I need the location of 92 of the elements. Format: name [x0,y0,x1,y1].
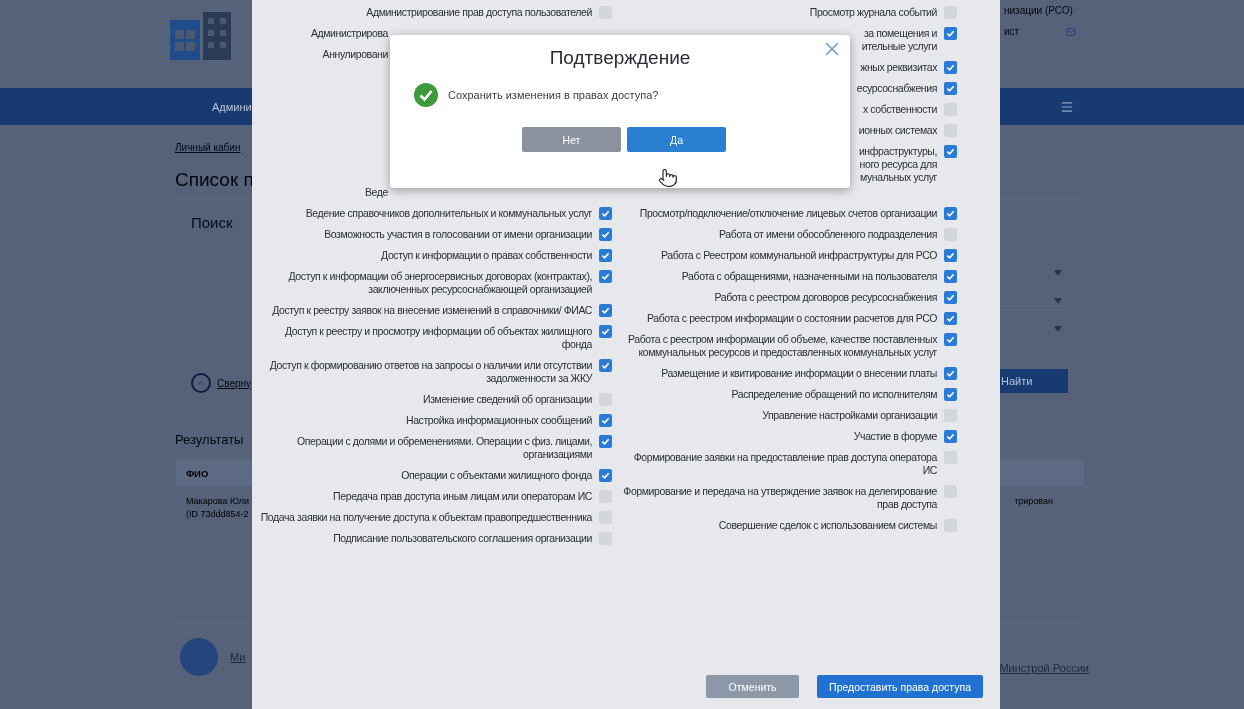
dialog-message: Сохранить изменения в правах доступа? [448,89,659,101]
nav-item[interactable]: Админи [212,100,252,113]
permission-label: Распределение обращений по исполнителям [731,388,937,401]
permission-label: ного ресурса для [859,158,937,171]
cancel-button[interactable]: Отменить [706,675,800,698]
dialog-title: Подтверждение [549,47,691,69]
permission-label: Работа с реестром информации о состоянии расчетов для РСО [647,312,937,325]
organization-name: низации (РСО) [1004,5,1074,16]
permission-label: Работа с обращениями, назначенными на пользователя [681,270,937,283]
page-title: Список п [175,169,254,191]
permission-label: Формирование заявки на предоставление прав доступа оператора ИС [632,451,937,477]
column-header: ФИО [186,467,209,479]
permission-label: Просмотр/подключение/отключение лицевых счетов организации [639,207,937,220]
permission-label: Администрирова [310,27,388,40]
table-cell-text: трирован [1014,496,1053,508]
checkbox[interactable] [599,249,612,262]
user-role: ист [1004,26,1020,37]
permission-label: ионных системах [858,124,937,137]
permission-label: Управление настройками организации [762,409,937,422]
checkbox[interactable] [599,325,612,338]
dropdown-arrow-icon [1054,325,1062,332]
permission-label: мунальных услуг [860,171,937,184]
table-cell: (ID 73ddd854-2 [186,509,249,519]
permission-label: Подписание пользовательского соглашения организации [333,532,592,545]
permission-label: Размещение и квитирование информации о внесении платы [661,367,937,380]
checkbox[interactable] [599,435,612,448]
permission-label: Просмотр журнала событий [809,6,937,19]
checkbox[interactable] [944,207,957,220]
checkbox[interactable] [944,82,957,95]
search-title: Поиск [191,214,234,231]
checkbox[interactable] [944,367,957,380]
permission-label: Настройка информационных сообщений [405,414,592,427]
permission-label: Работа с Реестром коммунальной инфраструктуры для РСО [661,249,937,262]
checkbox[interactable] [944,27,957,40]
permission-label: Формирование и передача на утверждение заявок на делегирование прав доступа [622,485,937,511]
checkbox[interactable] [944,291,957,304]
permission-label: Веде [365,186,388,199]
permission-label: Доступ к информации о правах собственности [381,249,592,262]
results-title: Результаты [175,432,244,447]
permission-label: инфраструктуры, [858,145,937,158]
checkbox[interactable] [599,228,612,241]
checkbox[interactable] [944,312,957,325]
checkbox[interactable] [944,249,957,262]
permission-label: Подача заявки на получение доступа к объектам правопредшественника [260,511,592,524]
permission-label: Доступ к информации об энергосервисных договорах (контрактах), заключенных ресурсоснабжающей организацией [287,270,592,296]
permission-label: Операции с долями и обременениями. Операции с физ. лицами, организациями [295,435,592,461]
permission-label: Доступ к формированию ответов на запросы о наличии или отсутствии задолженности за ЖКУ [268,359,592,385]
collapse-link[interactable]: Сверну [191,373,252,393]
permission-label: Работа с реестром информации об объеме, качестве поставленных коммунальных ресурсов и предоставленных коммунальных услуг [626,333,937,359]
yes-button[interactable]: Да [627,127,726,152]
checkbox[interactable] [599,304,612,317]
permission-label: Доступ к реестру заявок на внесение изменений в справочники/ ФИАС [272,304,592,317]
permission-label: х собственности [863,103,937,116]
checkbox[interactable] [944,430,957,443]
no-button[interactable]: Нет [522,127,621,152]
chevron-up-icon [191,373,211,393]
permission-label: Работа с реестром договоров ресурсоснабжения [714,291,937,304]
checkbox[interactable] [944,333,957,346]
menu-icon[interactable] [1060,99,1074,114]
checkbox[interactable] [599,270,612,283]
permission-label: Передача прав доступа иным лицам или операторам ИС [333,490,592,503]
permission-label: Администрирование прав доступа пользователей [366,6,592,19]
footer-link[interactable]: Ми [230,651,246,663]
checkbox[interactable] [944,61,957,74]
table-cell: Макарова Юли [186,496,249,506]
breadcrumb-link[interactable]: Личный кабин [175,142,241,153]
permission-label: ительные услуги [861,40,937,53]
checkbox[interactable] [944,270,957,283]
checkbox[interactable] [599,207,612,220]
permission-label: Доступ к реестру и просмотру информации об объектах жилищного фонда [284,325,592,351]
dropdown-arrow-icon [1054,298,1062,305]
checkbox[interactable] [599,359,612,372]
permission-label: есурсоснабжения [856,82,937,95]
permission-label: Работа от имени обособленного подразделения [719,228,937,241]
permission-label: Возможность участия в голосовании от имени организации [324,228,592,241]
checkbox[interactable] [599,469,612,482]
checkbox[interactable] [944,145,957,158]
checkbox[interactable] [599,414,612,427]
permission-label: Аннулировани [322,48,388,61]
permission-label: Операции с объектами жилищного фонда [401,469,592,482]
permission-label: Ведение справочников дополнительных и коммунальных услуг [305,207,592,220]
permission-label: Изменение сведений об организации [423,393,592,406]
success-check-icon [414,83,438,107]
grant-access-button[interactable]: Предоставить права доступа [817,675,983,698]
dropdown-arrow-icon [1054,270,1062,277]
permission-label: за помещения и [863,27,937,40]
permission-label: жных реквизитах [860,61,937,74]
emblem-icon [180,638,218,676]
checkbox[interactable] [944,388,957,401]
permission-label: Совершение сделок с использованием системы [718,519,937,532]
footer-link[interactable]: Минстрой России [999,662,1089,674]
permission-label: Участие в форуме [853,430,937,443]
